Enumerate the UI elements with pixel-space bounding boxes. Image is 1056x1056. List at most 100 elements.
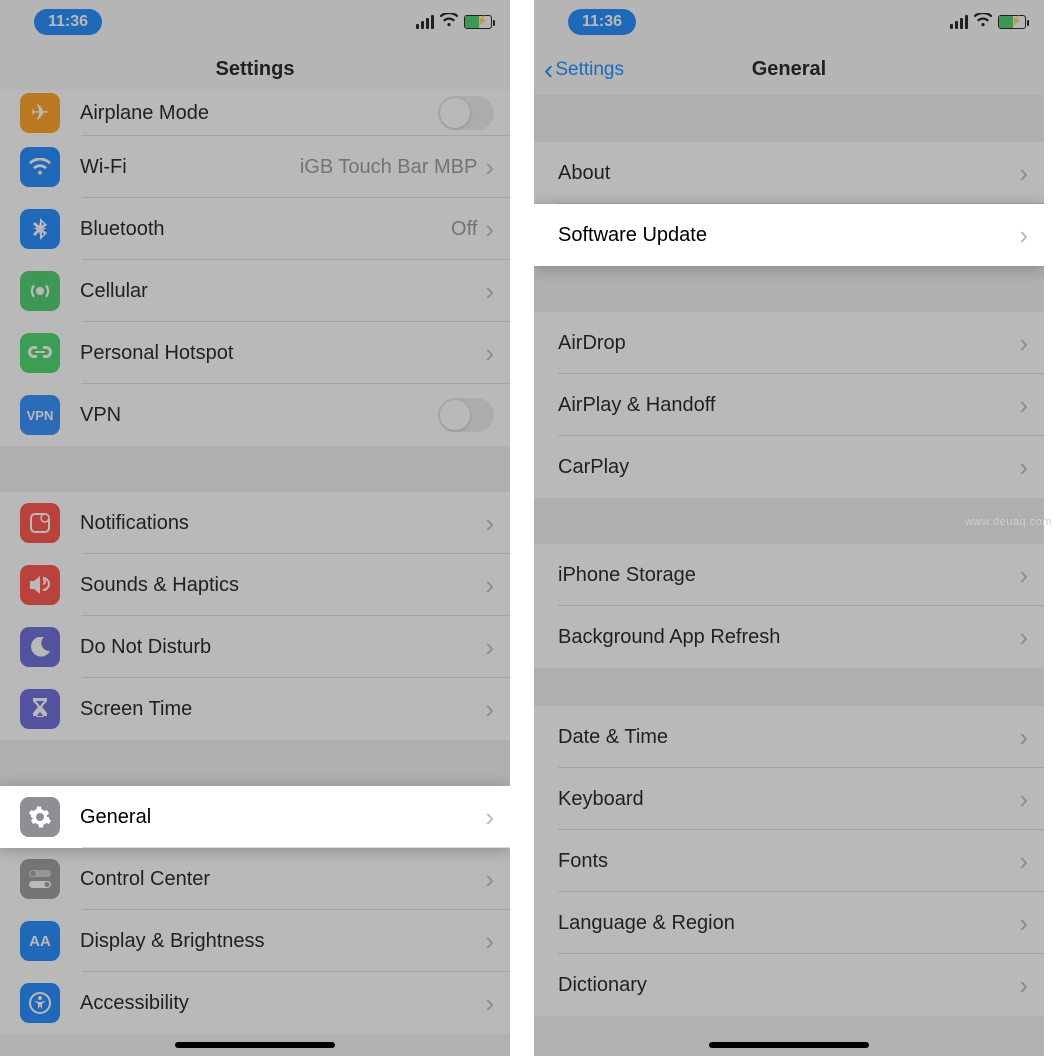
row-label: Fonts (558, 850, 1019, 873)
row-control-center[interactable]: Control Center › (0, 848, 510, 910)
row-label: Software Update (558, 224, 1019, 247)
text-size-icon: AA (20, 921, 60, 961)
cellular-icon (20, 271, 60, 311)
cellular-signal-icon (416, 15, 434, 29)
row-label: General (80, 806, 485, 829)
chevron-right-icon: › (1019, 972, 1028, 998)
row-display-brightness[interactable]: AA Display & Brightness › (0, 910, 510, 972)
chevron-right-icon: › (485, 510, 494, 536)
status-bar: 11:36 ⚡ (534, 0, 1044, 44)
row-label: Keyboard (558, 788, 1019, 811)
row-label: Airplane Mode (80, 102, 438, 125)
chevron-right-icon: › (1019, 848, 1028, 874)
row-label: iPhone Storage (558, 564, 1019, 587)
chevron-right-icon: › (485, 216, 494, 242)
row-label: Background App Refresh (558, 626, 1019, 649)
chevron-right-icon: › (1019, 624, 1028, 650)
chevron-right-icon: › (1019, 454, 1028, 480)
row-label: Control Center (80, 868, 485, 891)
vpn-toggle[interactable] (438, 398, 494, 432)
group-separator (0, 740, 510, 786)
row-about[interactable]: About › (534, 142, 1044, 204)
row-personal-hotspot[interactable]: Personal Hotspot › (0, 322, 510, 384)
row-accessibility[interactable]: Accessibility › (0, 972, 510, 1034)
group-separator (0, 446, 510, 492)
vpn-icon: VPN (20, 395, 60, 435)
row-label: Wi-Fi (80, 156, 300, 179)
settings-list: ✈ Airplane Mode Wi-Fi iGB Touch Bar MBP … (0, 90, 510, 1056)
row-detail: Off (451, 218, 477, 241)
chevron-left-icon: ‹ (544, 56, 553, 84)
chevron-right-icon: › (1019, 222, 1028, 248)
row-software-update[interactable]: Software Update › (534, 204, 1044, 266)
chevron-right-icon: › (1019, 786, 1028, 812)
airplane-toggle[interactable] (438, 96, 494, 130)
chevron-right-icon: › (1019, 392, 1028, 418)
status-bar: 11:36 ⚡ (0, 0, 510, 44)
row-iphone-storage[interactable]: iPhone Storage › (534, 544, 1044, 606)
page-title: Settings (216, 58, 295, 81)
chevron-right-icon: › (485, 340, 494, 366)
watermark: www.deuaq.com (965, 516, 1052, 528)
row-label: AirDrop (558, 332, 1019, 355)
row-fonts[interactable]: Fonts › (534, 830, 1044, 892)
back-button[interactable]: ‹ Settings (544, 44, 624, 95)
row-label: Display & Brightness (80, 930, 485, 953)
chevron-right-icon: › (485, 928, 494, 954)
row-label: Do Not Disturb (80, 636, 485, 659)
row-language-region[interactable]: Language & Region › (534, 892, 1044, 954)
row-carplay[interactable]: CarPlay › (534, 436, 1044, 498)
battery-icon: ⚡ (464, 15, 492, 29)
row-label: Language & Region (558, 912, 1019, 935)
row-background-app-refresh[interactable]: Background App Refresh › (534, 606, 1044, 668)
row-airdrop[interactable]: AirDrop › (534, 312, 1044, 374)
row-label: Date & Time (558, 726, 1019, 749)
wifi-icon (20, 147, 60, 187)
hotspot-icon (20, 333, 60, 373)
toggles-icon (20, 859, 60, 899)
chevron-right-icon: › (485, 990, 494, 1016)
notifications-icon (20, 503, 60, 543)
row-bluetooth[interactable]: ⌖ Bluetooth Off › (0, 198, 510, 260)
row-label: Dictionary (558, 974, 1019, 997)
home-indicator[interactable] (709, 1042, 869, 1048)
row-do-not-disturb[interactable]: Do Not Disturb › (0, 616, 510, 678)
group-separator (534, 96, 1044, 142)
chevron-right-icon: › (485, 804, 494, 830)
chevron-right-icon: › (1019, 160, 1028, 186)
chevron-right-icon: › (1019, 562, 1028, 588)
cellular-signal-icon (950, 15, 968, 29)
page-title: General (752, 58, 826, 81)
row-cellular[interactable]: Cellular › (0, 260, 510, 322)
moon-icon (20, 627, 60, 667)
row-general[interactable]: General › (0, 786, 510, 848)
wifi-status-icon (974, 13, 992, 31)
row-sounds-haptics[interactable]: Sounds & Haptics › (0, 554, 510, 616)
chevron-right-icon: › (485, 634, 494, 660)
row-label: Bluetooth (80, 218, 451, 241)
row-keyboard[interactable]: Keyboard › (534, 768, 1044, 830)
row-dictionary[interactable]: Dictionary › (534, 954, 1044, 1016)
row-wifi[interactable]: Wi-Fi iGB Touch Bar MBP › (0, 136, 510, 198)
accessibility-icon (20, 983, 60, 1023)
row-date-time[interactable]: Date & Time › (534, 706, 1044, 768)
row-label: Cellular (80, 280, 485, 303)
bluetooth-icon: ⌖ (20, 209, 60, 249)
status-time-pill: 11:36 (34, 9, 102, 35)
back-label: Settings (555, 59, 624, 81)
row-notifications[interactable]: Notifications › (0, 492, 510, 554)
battery-icon: ⚡ (998, 15, 1026, 29)
chevron-right-icon: › (485, 696, 494, 722)
row-airplane-mode[interactable]: ✈ Airplane Mode (0, 90, 510, 136)
home-indicator[interactable] (175, 1042, 335, 1048)
row-vpn[interactable]: VPN VPN (0, 384, 510, 446)
row-label: Screen Time (80, 698, 485, 721)
row-airplay-handoff[interactable]: AirPlay & Handoff › (534, 374, 1044, 436)
status-right: ⚡ (950, 13, 1026, 31)
row-label: Notifications (80, 512, 485, 535)
row-label: VPN (80, 404, 438, 427)
row-label: Sounds & Haptics (80, 574, 485, 597)
row-screen-time[interactable]: Screen Time › (0, 678, 510, 740)
row-label: AirPlay & Handoff (558, 394, 1019, 417)
row-label: Personal Hotspot (80, 342, 485, 365)
